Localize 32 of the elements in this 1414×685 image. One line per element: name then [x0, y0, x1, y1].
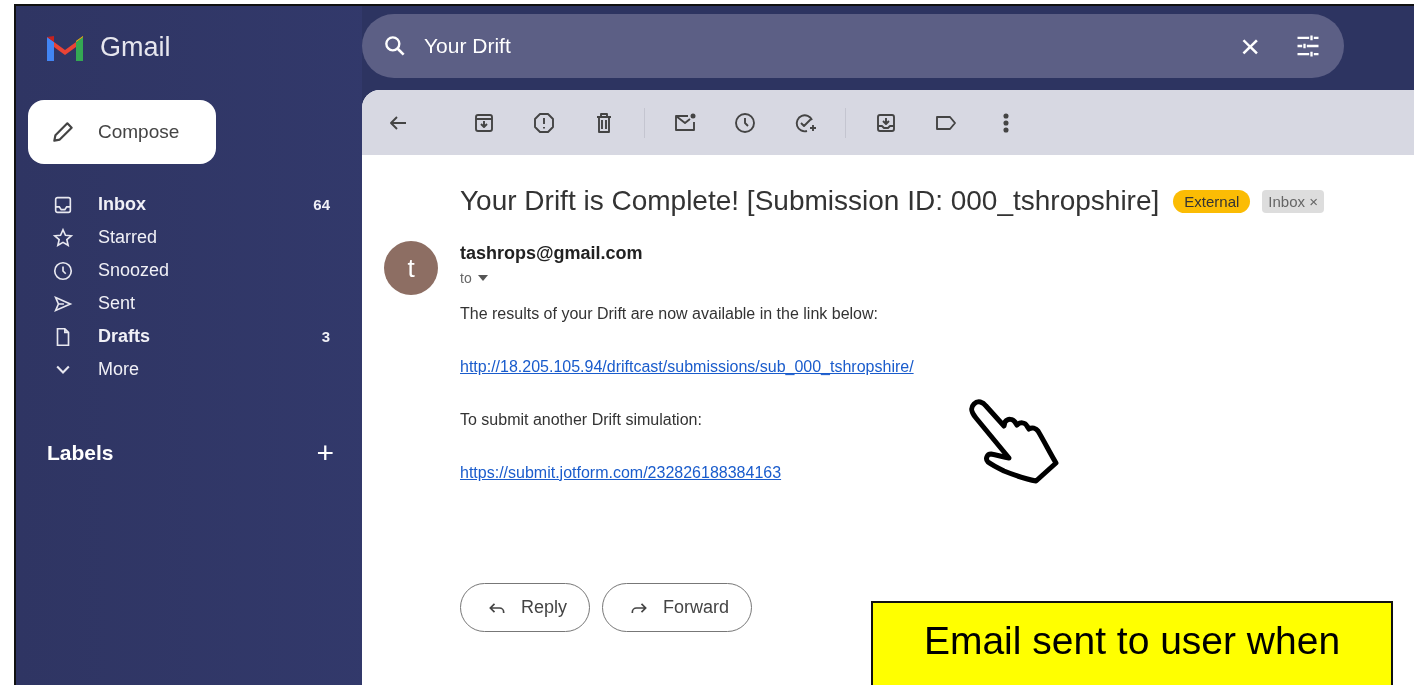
app-name: Gmail	[100, 31, 171, 63]
pencil-icon	[50, 119, 76, 145]
sender-email: tashrops@gmail.com	[460, 243, 644, 264]
search-field[interactable]: Your Drift ×	[362, 14, 1344, 78]
compose-button[interactable]: Compose	[28, 100, 216, 164]
sender-avatar: t	[384, 241, 438, 295]
nav-item[interactable]: Drafts 3	[16, 320, 362, 353]
caret-icon	[476, 274, 489, 282]
recipient-toggle[interactable]: to	[460, 270, 489, 286]
close-button[interactable]: ×	[1240, 26, 1260, 66]
body-link[interactable]: https://submit.jotform.com/232826188384163	[460, 464, 782, 481]
chevron-down-icon	[56, 365, 70, 374]
body-text: To submit another Drift simulation:	[460, 410, 703, 430]
reply-button[interactable]: Reply	[460, 583, 591, 632]
clock-icon	[52, 259, 74, 282]
body-text: The results of your Drift are now available in the link below:	[460, 304, 879, 324]
external-tag: External	[1173, 189, 1251, 213]
annotation-callout: Email sent to user when	[871, 601, 1393, 685]
clock-icon[interactable]	[733, 110, 757, 135]
body-link[interactable]: http://18.205.105.94/driftcast/submissions/sub_000_tshropshire/	[460, 358, 914, 375]
email-subject: Your Drift is Complete! [Submission ID: 000_tshropshire]	[460, 185, 1160, 217]
alert-icon[interactable]	[532, 110, 556, 135]
nav-item[interactable]: More	[16, 353, 362, 386]
labels-heading: Labels	[47, 441, 114, 465]
nav-item[interactable]: Inbox 64	[16, 188, 362, 221]
nav-item[interactable]: Starred	[16, 221, 362, 254]
nav-item[interactable]: Snoozed	[16, 254, 362, 287]
add-label-button[interactable]: +	[316, 436, 334, 470]
label-chip[interactable]: Inbox ×	[1262, 189, 1324, 213]
star-icon	[52, 226, 74, 249]
nav-item[interactable]: Sent	[16, 287, 362, 320]
forward-button[interactable]: Forward	[602, 583, 753, 632]
